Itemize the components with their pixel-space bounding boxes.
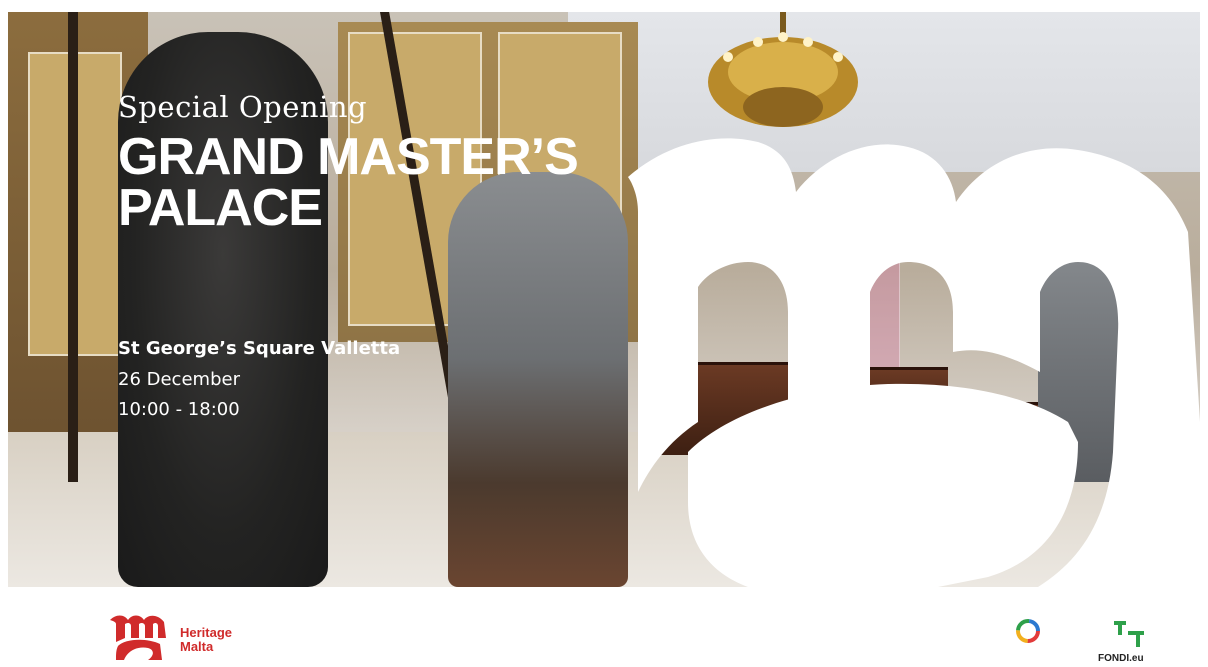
page-title: GRAND MASTER’S PALACE <box>118 128 579 237</box>
event-time: 10:00 - 18:00 <box>118 399 240 420</box>
heritage-malta-logo[interactable]: Heritage Malta <box>108 612 268 662</box>
event-date: 26 December <box>118 369 240 390</box>
fondi-logo-icon <box>1114 621 1144 647</box>
title-line-1: GRAND MASTER’S <box>118 128 579 186</box>
fondi-wordmark: FONDI.eu <box>1098 653 1144 664</box>
title-block: Special Opening GRAND MASTER’S PALACE <box>118 90 579 237</box>
lance <box>68 12 78 482</box>
event-location: St George’s Square Valletta <box>118 338 401 359</box>
hero-banner: Special Opening GRAND MASTER’S PALACE St… <box>8 12 1200 587</box>
subtitle: Special Opening <box>118 90 368 124</box>
heritage-m-graphic <box>628 138 1200 587</box>
armoured-knight-figure <box>448 172 628 587</box>
event-details: St George’s Square Valletta 26 December … <box>118 338 400 429</box>
fondi-logo[interactable]: FONDI.eu <box>1098 617 1158 665</box>
heritage-malta-logo-icon <box>110 615 166 660</box>
colorful-ring-logo-icon <box>1016 619 1040 643</box>
colorful-ring-logo <box>1014 617 1042 650</box>
title-line-2: PALACE <box>118 179 323 237</box>
heritage-malta-wordmark: Heritage Malta <box>180 625 233 654</box>
